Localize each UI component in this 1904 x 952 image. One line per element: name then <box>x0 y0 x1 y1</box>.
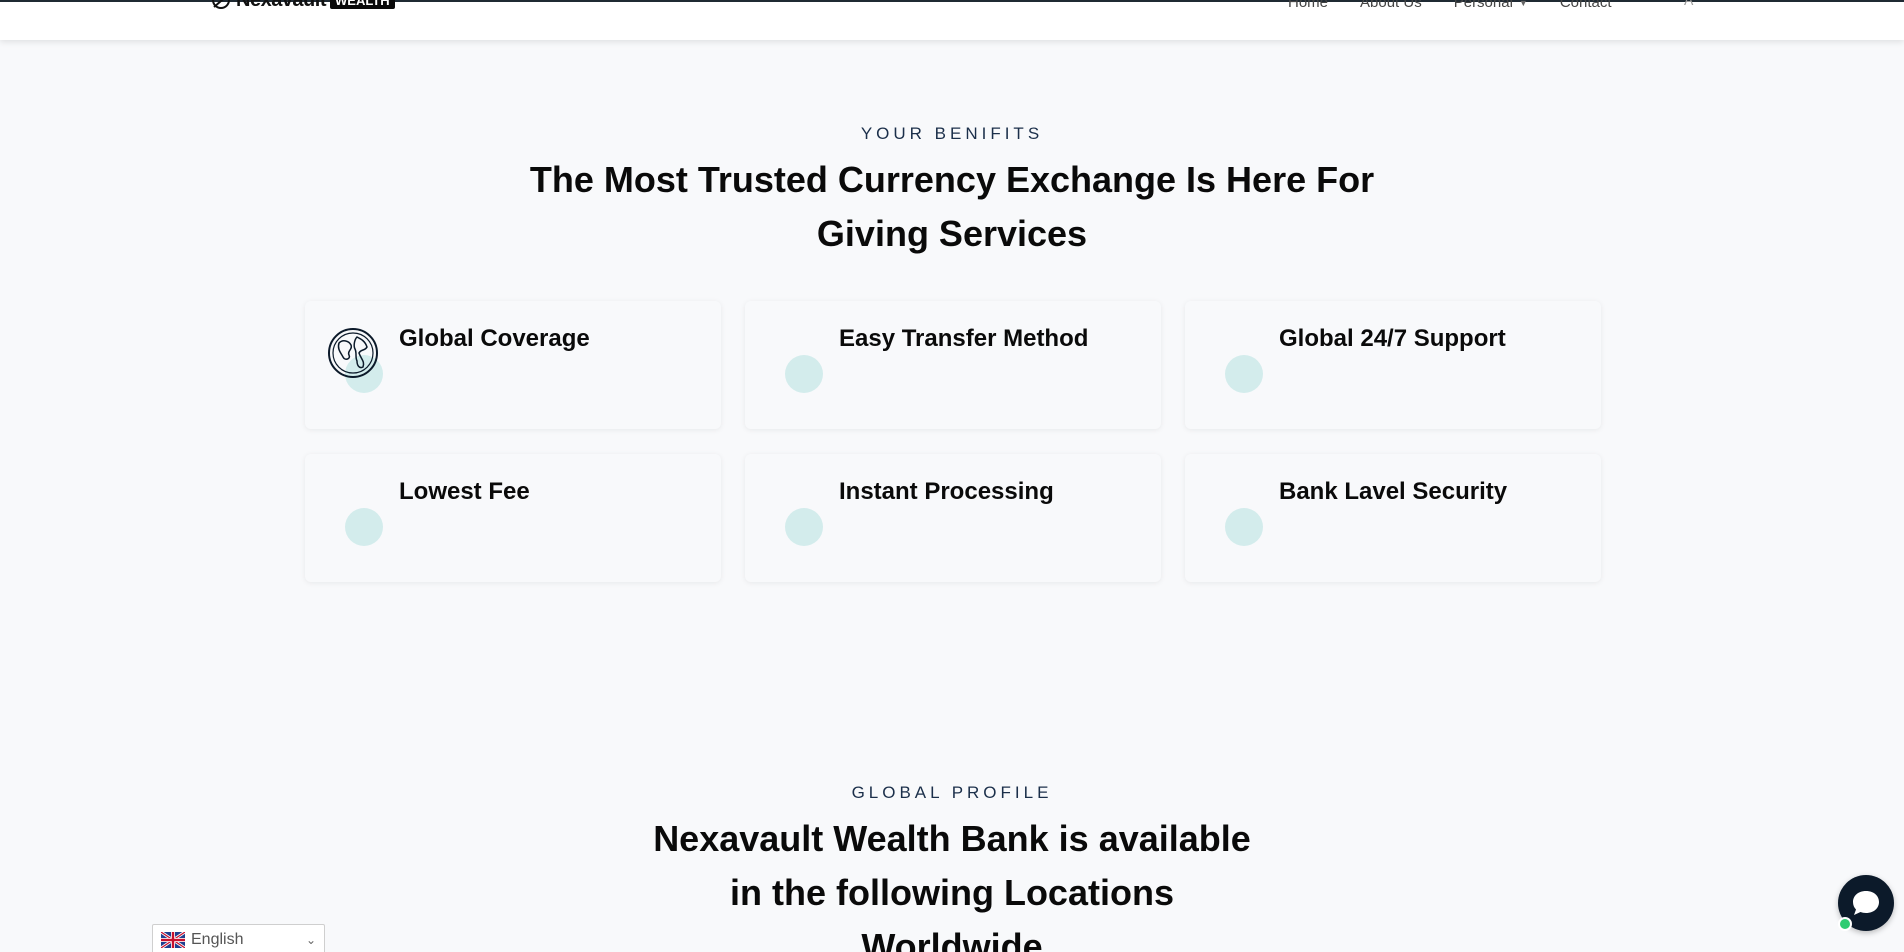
benefit-card: Instant Processing <box>745 454 1161 582</box>
benefit-card-title: Easy Transfer Method <box>839 325 1089 352</box>
online-status-indicator <box>1838 917 1852 931</box>
benefit-card-title: Lowest Fee <box>399 478 530 505</box>
nav-label: Personal <box>1453 0 1513 11</box>
main-nav: Home About Us Personal ▼ Contact <box>1288 0 1612 11</box>
benefits-title: The Most Trusted Currency Exchange Is He… <box>0 153 1904 261</box>
benefit-card-title: Global Coverage <box>399 325 590 352</box>
chevron-down-icon: ⌄ <box>305 933 316 947</box>
nav-label: About Us <box>1360 0 1422 11</box>
benefits-title-line: Giving Services <box>816 213 1088 254</box>
benefit-card: Global 24/7 Support <box>1185 301 1601 429</box>
profile-title-line: Nexavault Wealth Bank is available <box>653 818 1251 859</box>
benefit-card-title: Instant Processing <box>839 478 1054 505</box>
globe-icon <box>327 327 383 393</box>
fee-icon <box>327 480 383 546</box>
profile-title-line: in the following Locations <box>730 872 1174 913</box>
benefit-card: Bank Lavel Security <box>1185 454 1601 582</box>
nav-item-home[interactable]: Home <box>1288 0 1328 11</box>
benefit-card: Global Coverage <box>305 301 721 429</box>
benefits-title-line: The Most Trusted Currency Exchange Is He… <box>529 159 1375 200</box>
nav-label: Home <box>1288 0 1329 11</box>
header-extra-link[interactable]: A <box>1684 0 1693 8</box>
benefit-card-title: Global 24/7 Support <box>1279 325 1506 352</box>
logo-icon <box>212 0 230 9</box>
language-label: English <box>191 931 244 948</box>
support-icon <box>1207 327 1263 393</box>
language-selector[interactable]: English ⌄ <box>152 924 325 952</box>
nav-item-contact[interactable]: Contact <box>1560 0 1612 11</box>
nav-item-about[interactable]: About Us <box>1360 0 1422 11</box>
nav-item-personal[interactable]: Personal ▼ <box>1454 0 1528 11</box>
logo-text: Nexavault <box>236 0 327 12</box>
benefit-card: Lowest Fee <box>305 454 721 582</box>
site-logo[interactable]: Nexavault WEALTH <box>210 0 395 12</box>
site-header: Nexavault WEALTH Home About Us Personal ▼… <box>0 0 1904 40</box>
page: Nexavault WEALTH Home About Us Personal ▼… <box>0 0 1904 952</box>
logo-badge: WEALTH <box>330 0 395 9</box>
chat-bubble-icon <box>1853 891 1879 915</box>
benefit-card: Easy Transfer Method <box>745 301 1161 429</box>
nav-label: Contact <box>1559 0 1612 11</box>
benefits-eyebrow: YOUR BENIFITS <box>860 124 1044 143</box>
uk-flag-icon <box>161 932 185 948</box>
chat-widget-button[interactable] <box>1838 875 1894 931</box>
chevron-down-icon: ▼ <box>1518 0 1528 8</box>
benefit-cards: Global Coverage Easy Transfer Method Glo… <box>305 301 1601 582</box>
transfer-icon <box>767 327 823 393</box>
benefit-card-title: Bank Lavel Security <box>1279 478 1508 505</box>
profile-eyebrow: GLOBAL PROFILE <box>851 783 1053 802</box>
security-icon <box>1207 480 1263 546</box>
processing-icon <box>767 480 823 546</box>
